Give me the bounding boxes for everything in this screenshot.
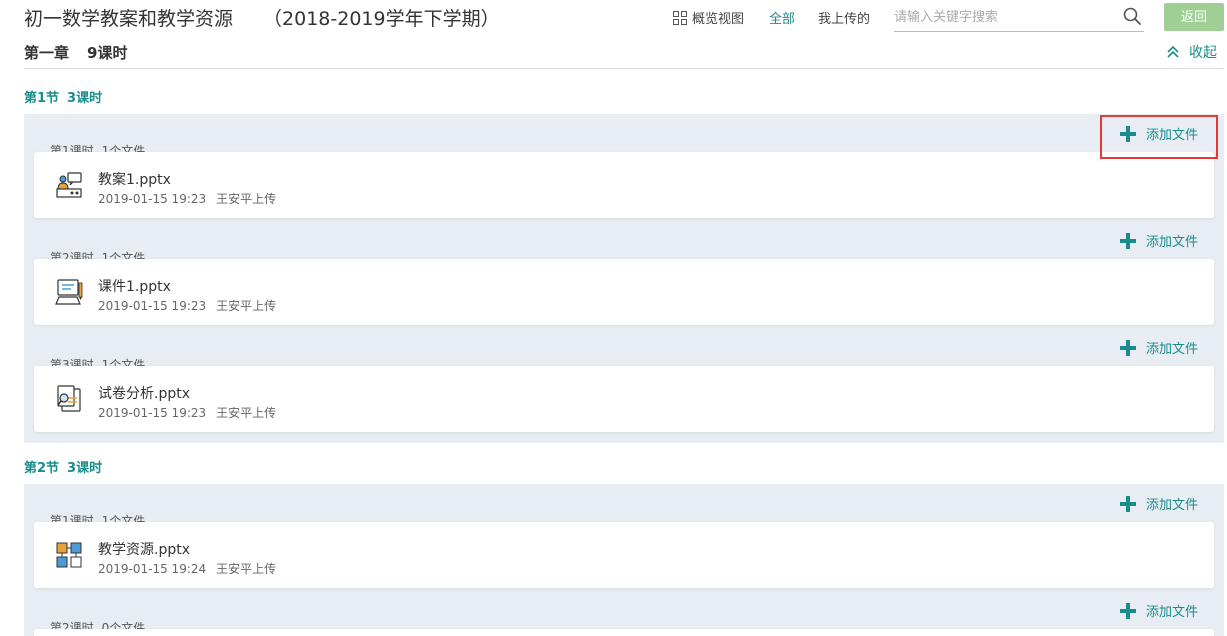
file-meta: 2019-01-15 19:23 王安平上传	[98, 297, 276, 314]
lesson-file-count: 1个文件	[101, 251, 146, 259]
section-hours: 3课时	[67, 91, 103, 106]
back-button[interactable]: 返回	[1164, 3, 1224, 31]
add-file-button[interactable]: 添加文件	[1120, 338, 1198, 357]
exam-analysis-icon	[57, 385, 81, 412]
upload-time: 2019-01-15 19:23	[98, 192, 207, 206]
section-hours: 3课时	[67, 461, 103, 476]
plus-icon	[1120, 602, 1136, 619]
chapter-hours: 9课时	[87, 44, 128, 62]
lesson-label: 第2课时 0个文件	[50, 619, 145, 629]
lesson-label: 第1课时 1个文件	[50, 142, 145, 152]
lesson-label: 第3课时 1个文件	[50, 356, 145, 366]
lesson-plan-icon	[56, 172, 82, 198]
grid-view-icon	[673, 10, 687, 25]
course-title: 初一数学教案和教学资源	[24, 8, 234, 30]
add-file-label: 添加文件	[1146, 235, 1199, 250]
lesson-name: 第2课时	[50, 621, 94, 629]
highlight-box	[1100, 115, 1218, 159]
chapter-divider	[24, 68, 1224, 69]
file-card[interactable]: 课件1.pptx 2019-01-15 19:23 王安平上传	[34, 259, 1214, 325]
file-card[interactable]: 教学资源.pptx 2019-01-15 19:24 王安平上传	[34, 522, 1214, 588]
plus-icon	[1120, 339, 1136, 356]
file-name: 教案1.pptx	[98, 172, 171, 188]
file-card[interactable]: 教案1.pptx 2019-01-15 19:23 王安平上传	[34, 152, 1214, 218]
plus-icon	[1120, 495, 1136, 512]
file-name: 试卷分析.pptx	[98, 386, 190, 402]
section-block: 第1课时 1个文件 添加文件 教学资源.pptx 2019-01-15 19:24…	[24, 484, 1224, 636]
add-file-label: 添加文件	[1146, 605, 1199, 620]
file-meta: 2019-01-15 19:23 王安平上传	[98, 190, 276, 207]
add-file-label: 添加文件	[1146, 342, 1199, 357]
courseware-icon	[55, 279, 83, 305]
add-file-label: 添加文件	[1146, 498, 1199, 513]
chapter-title: 第一章 9课时	[24, 42, 127, 63]
lesson-label: 第2课时 1个文件	[50, 249, 145, 259]
section-name: 第2节	[24, 461, 60, 476]
chapter-name: 第一章	[24, 44, 70, 62]
file-name: 教学资源.pptx	[98, 542, 190, 558]
overview-view-button[interactable]: 概览视图	[673, 8, 744, 27]
lesson-name: 第2课时	[50, 251, 94, 259]
add-file-button[interactable]: 添加文件	[1120, 494, 1198, 513]
lesson-file-count: 1个文件	[101, 144, 146, 152]
uploader: 王安平上传	[216, 562, 277, 576]
teaching-resource-icon	[56, 542, 82, 568]
section-title: 第1节 3课时	[24, 87, 102, 106]
section-name: 第1节	[24, 91, 60, 106]
uploader: 王安平上传	[216, 192, 277, 206]
file-card[interactable]	[34, 629, 1214, 636]
search-icon[interactable]	[1123, 7, 1141, 25]
filter-mine-tab[interactable]: 我上传的	[818, 8, 870, 27]
overview-view-label: 概览视图	[692, 12, 745, 27]
lesson-file-count: 1个文件	[101, 514, 146, 522]
double-chevron-up-icon	[1167, 46, 1179, 58]
lesson-file-count: 0个文件	[101, 621, 146, 629]
upload-time: 2019-01-15 19:24	[98, 562, 207, 576]
plus-icon	[1120, 232, 1136, 249]
file-name: 课件1.pptx	[98, 279, 171, 295]
lesson-label: 第1课时 1个文件	[50, 512, 145, 522]
term-label: （2018-2019学年下学期）	[263, 8, 500, 30]
section-title: 第2节 3课时	[24, 457, 102, 476]
top-bar: 初一数学教案和教学资源 （2018-2019学年下学期） 概览视图 全部 我上传的…	[0, 0, 1227, 36]
file-card[interactable]: 试卷分析.pptx 2019-01-15 19:23 王安平上传	[34, 366, 1214, 432]
collapse-button[interactable]: 收起	[1166, 42, 1217, 62]
section-block: 第1课时 1个文件 添加文件 教案1.pptx 2019-01-15 19:23 王…	[24, 114, 1224, 443]
uploader: 王安平上传	[216, 406, 277, 420]
filter-all-tab[interactable]: 全部	[769, 8, 795, 27]
page-title: 初一数学教案和教学资源 （2018-2019学年下学期）	[24, 4, 500, 31]
file-meta: 2019-01-15 19:23 王安平上传	[98, 404, 276, 421]
add-file-button[interactable]: 添加文件	[1120, 601, 1198, 620]
uploader: 王安平上传	[216, 299, 277, 313]
lesson-name: 第1课时	[50, 144, 94, 152]
upload-time: 2019-01-15 19:23	[98, 406, 207, 420]
lesson-name: 第3课时	[50, 358, 94, 366]
file-meta: 2019-01-15 19:24 王安平上传	[98, 560, 276, 577]
collapse-label: 收起	[1189, 45, 1217, 61]
lesson-file-count: 1个文件	[101, 358, 146, 366]
upload-time: 2019-01-15 19:23	[98, 299, 207, 313]
search-input[interactable]	[894, 4, 1144, 32]
lesson-name: 第1课时	[50, 514, 94, 522]
add-file-button[interactable]: 添加文件	[1120, 231, 1198, 250]
